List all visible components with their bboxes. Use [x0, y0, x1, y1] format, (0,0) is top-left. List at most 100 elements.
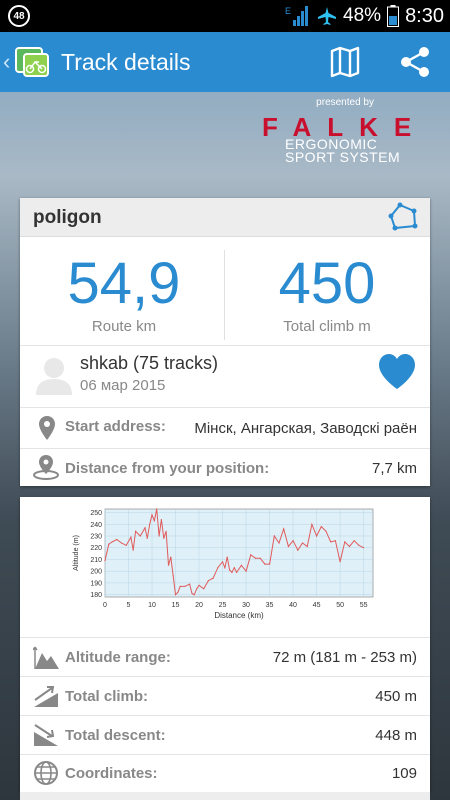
total-climb-value: 450 — [278, 251, 376, 316]
altitude-point — [320, 526, 322, 528]
altitude-point — [132, 549, 134, 551]
divider — [20, 448, 430, 449]
coordinates-value: 109 — [391, 765, 417, 782]
altitude-point — [163, 537, 165, 539]
altitude-point — [207, 580, 209, 582]
altitude-point — [269, 563, 271, 565]
y-tick-label: 200 — [90, 569, 102, 576]
altitude-point — [193, 594, 195, 596]
altitude-point — [212, 577, 214, 579]
status-bar: 48 E 48% 8:30 — [0, 0, 450, 32]
notification-badge: 48 — [8, 5, 30, 27]
altitude-point — [224, 567, 226, 569]
altitude-point — [198, 584, 200, 586]
altitude-point — [160, 519, 162, 521]
route-km-label: Route km — [91, 318, 157, 335]
app-logo-icon[interactable] — [14, 45, 50, 79]
airplane-icon — [318, 7, 337, 25]
altitude-point — [301, 542, 304, 544]
altitude-point — [231, 571, 233, 573]
altitude-point — [153, 520, 155, 522]
altitude-point — [170, 556, 172, 558]
altitude-point — [330, 541, 332, 543]
climb-icon — [34, 686, 58, 707]
altitude-point — [334, 540, 336, 542]
mountain-icon — [33, 646, 59, 669]
divider — [20, 676, 430, 677]
x-tick-label: 45 — [313, 602, 321, 609]
altitude-point — [116, 538, 118, 541]
page-title: Track details — [61, 49, 191, 75]
divider — [20, 715, 430, 716]
altitude-point — [273, 535, 275, 537]
y-tick-label: 250 — [90, 510, 102, 517]
avatar[interactable] — [33, 353, 75, 395]
signal-icon: E — [285, 6, 309, 26]
favorite-heart-icon[interactable] — [377, 353, 417, 391]
altitude-point — [167, 564, 170, 566]
altitude-point — [120, 542, 123, 544]
plot-area — [104, 508, 374, 598]
track-date: 06 мар 2015 — [80, 377, 166, 394]
altitude-point — [217, 567, 219, 569]
altitude-point — [108, 543, 110, 545]
track-name: poligon — [33, 207, 102, 228]
x-tick-label: 30 — [242, 602, 250, 609]
altitude-point — [203, 588, 205, 590]
elevation-card: 0 5 10 15 20 25 30 35 40 45 50 55 180 190 200 210 220 230… — [20, 497, 430, 792]
x-tick-label: 50 — [336, 602, 344, 609]
battery-percent: 48% — [343, 5, 382, 26]
map-icon[interactable] — [328, 45, 362, 79]
next-card-edge — [20, 792, 430, 800]
polygon-icon[interactable] — [387, 202, 419, 232]
user-name[interactable]: shkab (75 tracks) — [80, 353, 218, 374]
back-icon[interactable]: ‹ — [3, 49, 10, 75]
x-tick-label: 20 — [195, 602, 203, 609]
presented-by-label: presented by — [316, 97, 374, 108]
altitude-point — [146, 537, 148, 539]
track-summary-card: poligon 54,9 Route km 450 Total climb m … — [20, 198, 430, 486]
altitude-point — [111, 541, 113, 543]
divider — [20, 637, 430, 638]
x-tick-label: 10 — [148, 602, 156, 609]
stats-divider — [224, 250, 225, 340]
divider — [20, 407, 430, 408]
altitude-point — [139, 535, 141, 537]
altitude-point — [348, 545, 351, 548]
sponsor-tagline: ERGONOMIC SPORT SYSTEM — [285, 137, 400, 164]
altitude-point — [184, 585, 186, 587]
altitude-point — [189, 583, 191, 585]
coordinates-label: Coordinates: — [65, 765, 158, 782]
y-tick-label: 190 — [90, 580, 102, 587]
y-tick-label: 240 — [90, 522, 102, 529]
altitude-point — [283, 528, 285, 530]
altitude-point — [191, 592, 193, 595]
altitude-point — [245, 570, 247, 572]
altitude-point — [158, 535, 160, 537]
altitude-point — [229, 569, 231, 571]
pin-icon — [39, 416, 55, 440]
altitude-point — [174, 594, 177, 596]
altitude-point — [144, 527, 146, 529]
altitude-point — [311, 523, 313, 525]
elevation-chart[interactable]: 0 5 10 15 20 25 30 35 40 45 50 55 180 190 200 210 220 230… — [70, 501, 380, 629]
altitude-point — [250, 554, 252, 556]
altitude-point — [297, 549, 299, 551]
x-tick-label: 25 — [219, 602, 227, 609]
x-tick-label: 0 — [103, 602, 107, 609]
y-tick-label: 210 — [90, 557, 102, 564]
altitude-point — [264, 563, 266, 565]
y-tick-label: 230 — [90, 533, 102, 540]
altitude-point — [125, 544, 127, 546]
altitude-point — [196, 588, 198, 590]
altitude-point — [339, 561, 341, 563]
share-icon[interactable] — [398, 45, 432, 79]
total-descent-value: 448 m — [375, 727, 417, 744]
altitude-point — [363, 547, 365, 549]
y-axis-label: Altitude (m) — [73, 535, 80, 571]
altitude-point — [130, 536, 132, 538]
x-tick-label: 5 — [127, 602, 131, 609]
total-descent-label: Total descent: — [65, 727, 166, 744]
altitude-point — [278, 542, 280, 544]
altitude-point — [292, 540, 294, 542]
